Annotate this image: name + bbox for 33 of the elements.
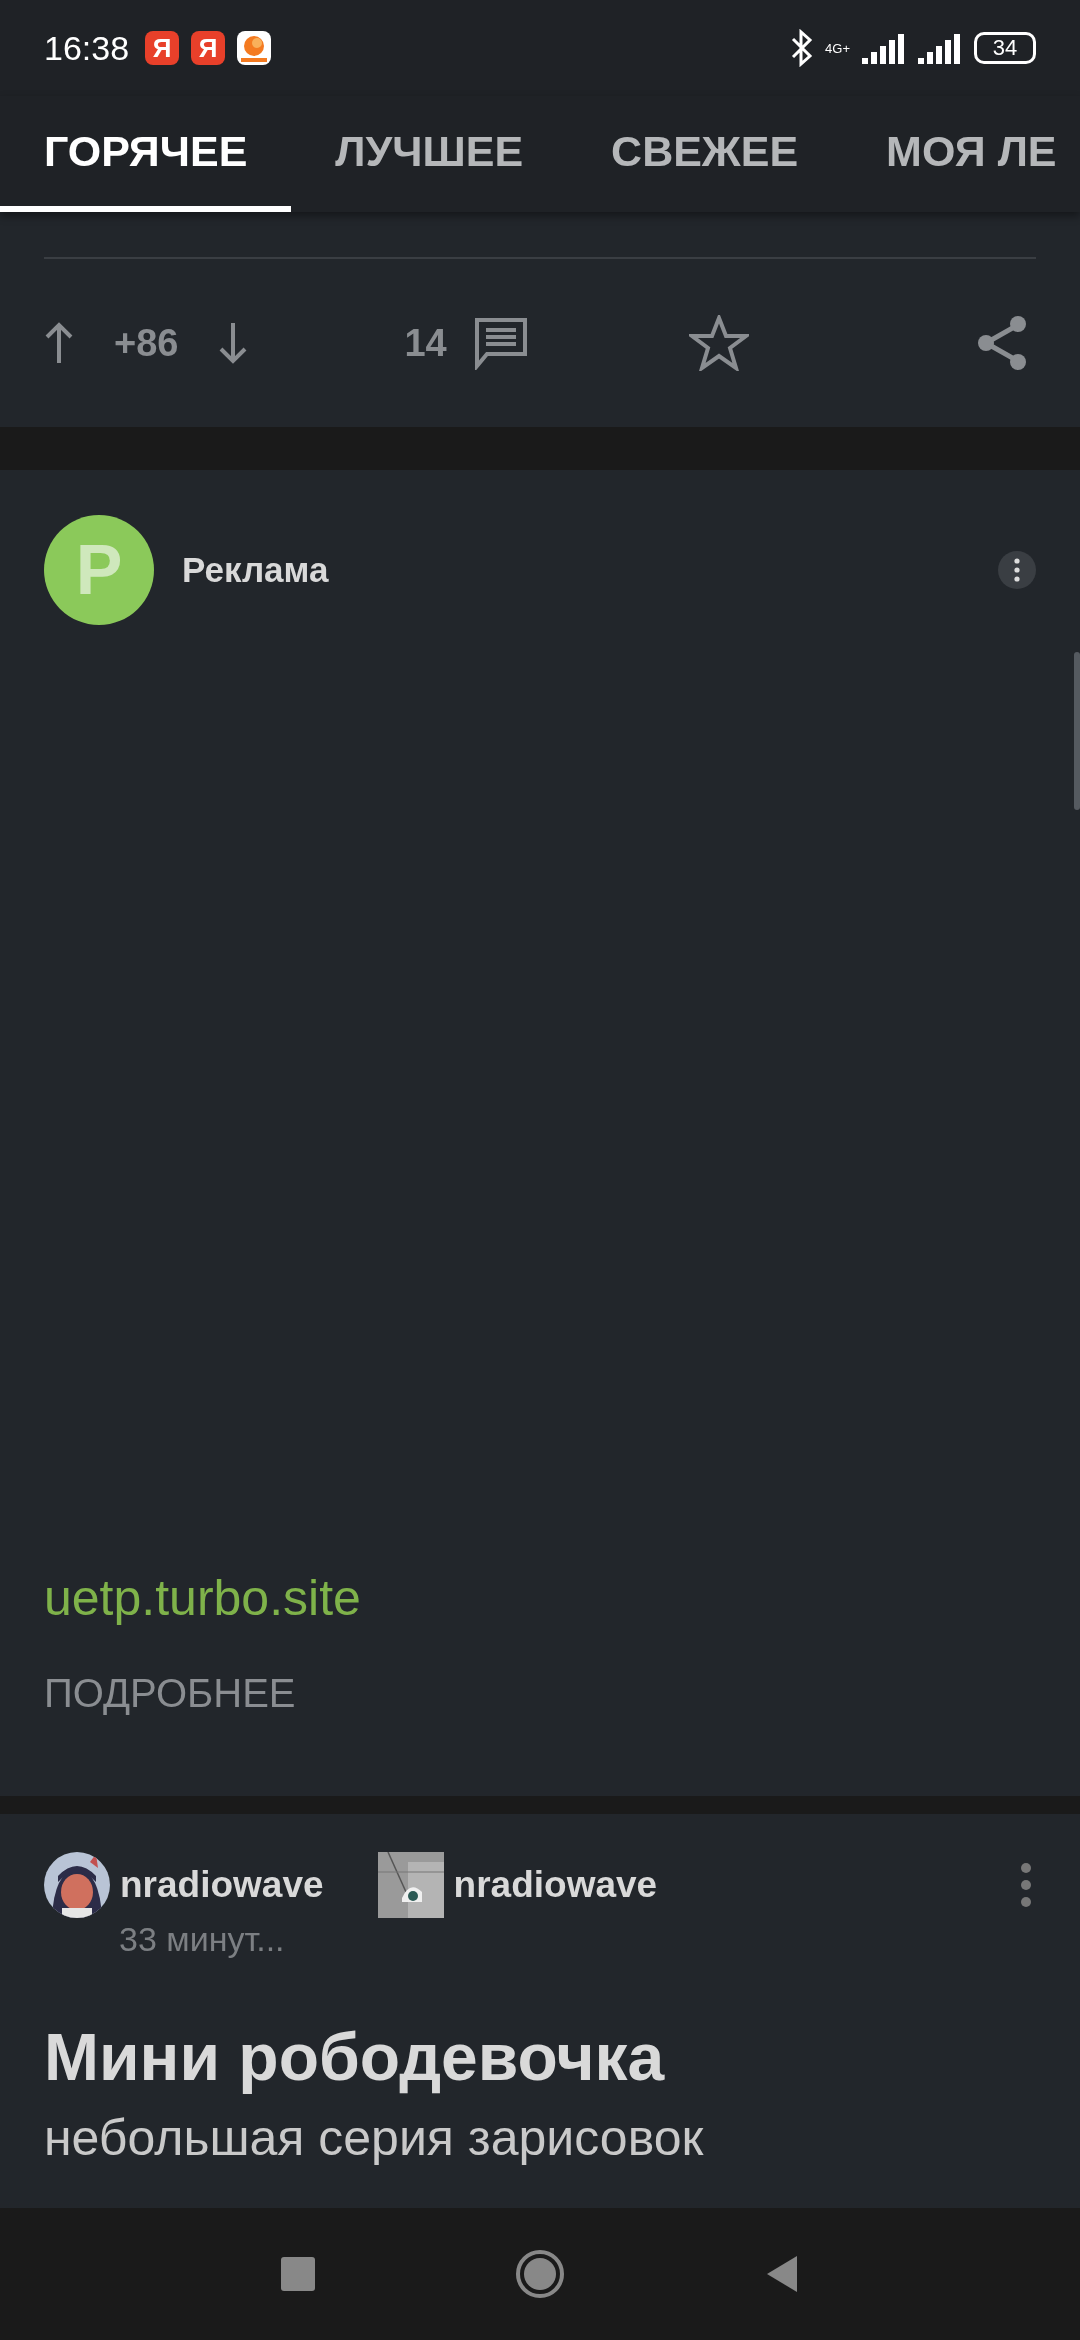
tab[interactable]: ЛУЧШЕЕ: [291, 96, 568, 212]
details-button[interactable]: ПОДРОБНЕЕ: [44, 1671, 296, 1716]
author-name[interactable]: nradiowave: [120, 1864, 324, 1906]
post-time: 33 минут...: [119, 1920, 286, 1959]
home-icon[interactable]: [515, 2249, 565, 2299]
signal-icon: [862, 32, 906, 64]
avatar: P: [44, 515, 154, 625]
comment-icon[interactable]: [472, 316, 529, 370]
share-icon[interactable]: [976, 315, 1028, 371]
battery-icon: 34: [974, 32, 1036, 64]
more-icon[interactable]: [998, 551, 1036, 589]
star-icon[interactable]: [688, 315, 749, 371]
tab[interactable]: МОЯ ЛЕ: [842, 96, 1080, 212]
comment-count: 14: [404, 321, 447, 365]
downvote-icon[interactable]: [218, 321, 249, 365]
rating: +86: [114, 321, 179, 365]
back-icon[interactable]: [765, 2254, 799, 2294]
scrollbar[interactable]: [1074, 652, 1080, 810]
network-label: 4G+: [825, 40, 850, 56]
author-name[interactable]: nradiowave: [453, 1864, 658, 1906]
upvote-icon[interactable]: [44, 321, 74, 365]
signal-icon: [918, 32, 962, 64]
tab[interactable]: СВЕЖЕЕ: [567, 96, 843, 212]
app-icon: [237, 31, 272, 65]
ad-link[interactable]: uetp.turbo.site: [44, 1569, 1036, 1627]
post-title: Мини рободевочка: [44, 2019, 666, 2095]
tab[interactable]: ГОРЯЧЕЕ: [0, 96, 292, 212]
clock: 16:38: [44, 28, 130, 68]
post-text: небольшая серия зарисовок: [44, 2109, 705, 2167]
ad-label: Реклама: [182, 550, 330, 590]
bluetooth-icon: [791, 29, 814, 67]
app-icon: Я: [191, 31, 226, 65]
app-icon: Я: [145, 31, 180, 65]
